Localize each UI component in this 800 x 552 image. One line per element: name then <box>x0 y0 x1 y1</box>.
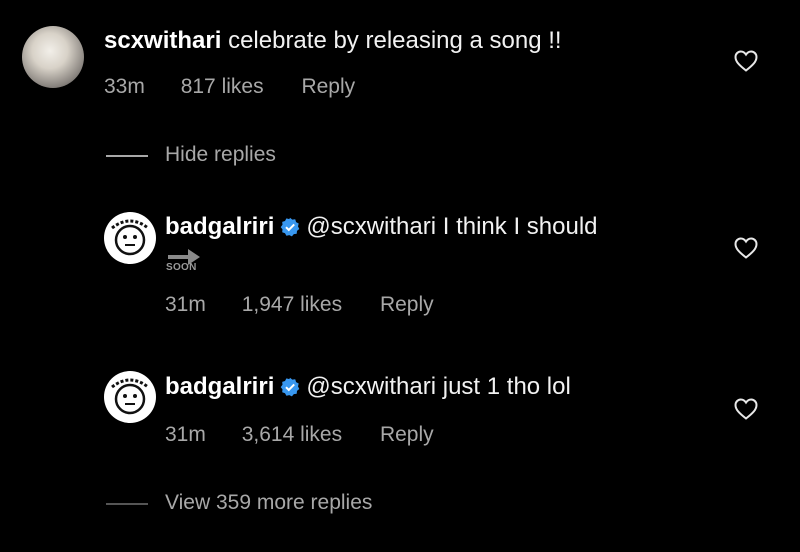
reply-2-time: 31m <box>165 423 206 446</box>
reply-2-username[interactable]: badgalriri <box>165 373 274 400</box>
verified-badge-icon <box>281 377 300 397</box>
heart-icon[interactable] <box>734 50 758 72</box>
view-more-line <box>106 503 148 505</box>
fenty-logo-icon <box>106 214 154 262</box>
comment-text-row: scxwithari celebrate by releasing a song… <box>104 26 562 56</box>
view-more-replies-button[interactable]: View 359 more replies <box>165 491 372 515</box>
comment-likes[interactable]: 817 likes <box>181 74 264 100</box>
verified-badge-icon <box>281 217 300 237</box>
comment-text: celebrate by releasing a song !! <box>228 27 562 54</box>
reply-2-reply-button[interactable]: Reply <box>380 422 434 448</box>
reply-1-meta: 31m 1,947 likes Reply <box>165 292 434 318</box>
heart-icon[interactable] <box>734 398 758 420</box>
hide-replies-button[interactable]: Hide replies <box>165 143 276 167</box>
reply-2-text: @scxwithari just 1 tho lol <box>306 373 571 400</box>
reply-2-text-row: badgalriri @scxwithari just 1 tho lol <box>165 372 571 402</box>
reply-2-likes[interactable]: 3,614 likes <box>242 422 342 448</box>
reply-1-text-row: badgalriri @scxwithari I think I should <box>165 212 598 242</box>
soon-sticker-label: SOON <box>166 262 197 273</box>
reply-1-text: @scxwithari I think I should <box>306 213 598 240</box>
avatar-badgalriri[interactable] <box>104 212 156 264</box>
reply-1-time: 31m <box>165 293 206 316</box>
avatar-scxwithari[interactable] <box>22 26 84 88</box>
reply-2-meta: 31m 3,614 likes Reply <box>165 422 434 448</box>
reply-1-likes[interactable]: 1,947 likes <box>242 292 342 318</box>
comment-username[interactable]: scxwithari <box>104 27 221 54</box>
hide-replies-line <box>106 155 148 157</box>
reply-1-reply-button[interactable]: Reply <box>380 292 434 318</box>
fenty-logo-icon <box>106 373 154 421</box>
avatar-badgalriri[interactable] <box>104 371 156 423</box>
comment-reply-button[interactable]: Reply <box>301 74 355 100</box>
comment-meta: 33m 817 likes Reply <box>104 74 355 100</box>
reply-1-username[interactable]: badgalriri <box>165 213 274 240</box>
heart-icon[interactable] <box>734 237 758 259</box>
comment-time: 33m <box>104 75 145 98</box>
